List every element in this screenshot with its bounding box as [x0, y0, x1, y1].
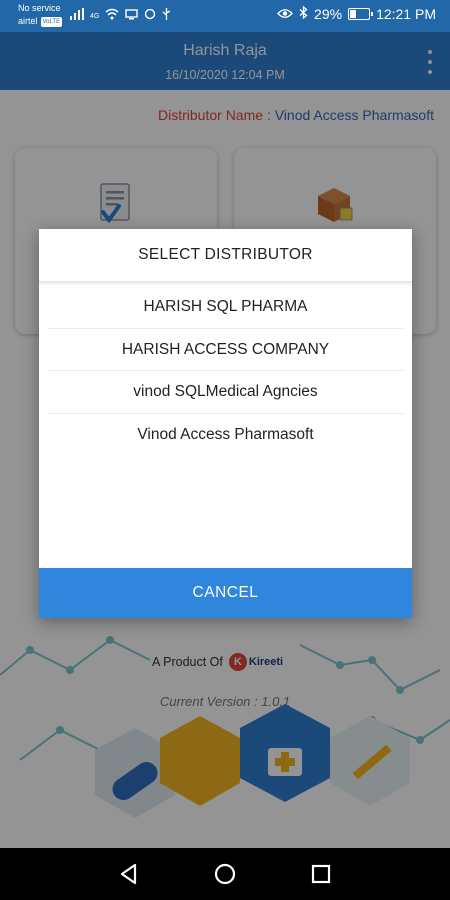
recent-apps-icon[interactable] — [307, 860, 335, 888]
screen-icon — [125, 7, 139, 25]
network-type: 4G — [90, 12, 100, 20]
battery-percent: 29% — [314, 6, 343, 22]
select-distributor-dialog: SELECT DISTRIBUTOR HARISH SQL PHARMA HAR… — [39, 229, 412, 618]
signal-icon — [70, 7, 84, 25]
eye-comfort-icon — [277, 6, 293, 22]
distributor-option[interactable]: HARISH SQL PHARMA — [47, 286, 404, 329]
clock: 12:21 PM — [376, 6, 436, 22]
carrier-name: airtel VoLTE — [18, 16, 63, 27]
distributor-option[interactable]: Vinod Access Pharmasoft — [47, 414, 404, 457]
status-left-icons: 4G — [70, 7, 171, 25]
distributor-option-list: HARISH SQL PHARMA HARISH ACCESS COMPANY … — [39, 286, 412, 456]
volte-badge: VoLTE — [40, 16, 63, 27]
usb-icon — [162, 7, 171, 25]
status-bar: No service airtel VoLTE 4G 29% 12:21 PM — [0, 0, 450, 32]
distributor-option[interactable]: HARISH ACCESS COMPANY — [47, 329, 404, 371]
home-icon[interactable] — [211, 860, 239, 888]
dialog-title: SELECT DISTRIBUTOR — [138, 246, 313, 263]
system-nav-bar — [0, 848, 450, 900]
wifi-icon — [105, 7, 119, 25]
carrier-name-text: airtel — [18, 16, 38, 26]
cancel-button[interactable]: CANCEL — [39, 568, 412, 618]
message-icon — [144, 7, 156, 25]
battery-icon — [348, 8, 374, 20]
bluetooth-icon — [299, 5, 308, 22]
status-right-icons: 29% 12:21 PM — [277, 5, 436, 22]
back-icon[interactable] — [115, 860, 143, 888]
carrier-status: No service — [18, 3, 61, 13]
distributor-option[interactable]: vinod SQLMedical Agncies — [47, 371, 404, 414]
